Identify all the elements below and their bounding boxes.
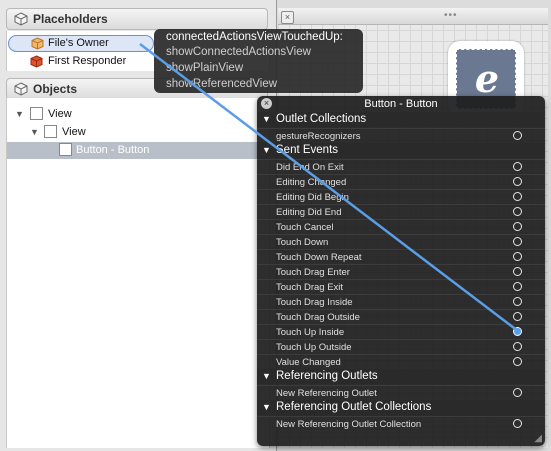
connection-circle-icon[interactable] bbox=[513, 131, 522, 140]
grip-icon[interactable]: ••• bbox=[444, 10, 458, 21]
placeholders-title: Placeholders bbox=[33, 12, 108, 26]
hud-section-header[interactable]: ▼ Sent Events bbox=[257, 143, 545, 158]
outline-item-view-child[interactable]: ▼ View bbox=[12, 124, 212, 141]
actions-popover: connectedActionsViewTouchedUp: showConne… bbox=[154, 29, 363, 93]
hud-connection-row[interactable]: Value Changed bbox=[257, 354, 545, 370]
hud-row-label: Touch Down Repeat bbox=[276, 252, 362, 263]
hud-row-label: Touch Drag Outside bbox=[276, 312, 360, 323]
button-label: Button - Button bbox=[76, 144, 150, 156]
view-label: View bbox=[48, 108, 72, 120]
hud-section-header[interactable]: ▼ Referencing Outlet Collections bbox=[257, 400, 545, 415]
connection-circle-icon[interactable] bbox=[513, 419, 522, 428]
action-item[interactable]: showPlainView bbox=[166, 62, 243, 74]
hud-row-label: Touch Down bbox=[276, 237, 329, 248]
connection-circle-icon[interactable] bbox=[513, 312, 522, 321]
hud-row-label: New Referencing Outlet bbox=[276, 388, 377, 399]
hud-connection-row[interactable]: Editing Did End bbox=[257, 204, 545, 220]
hud-connection-row[interactable]: Touch Up Inside bbox=[257, 324, 545, 340]
connection-circle-icon[interactable] bbox=[513, 297, 522, 306]
view-label: View bbox=[62, 126, 86, 138]
hud-connection-row[interactable]: Touch Down Repeat bbox=[257, 249, 545, 265]
connected-circle-icon[interactable] bbox=[513, 327, 522, 336]
hud-row-label: Touch Up Outside bbox=[276, 342, 352, 353]
files-owner-label: File's Owner bbox=[48, 37, 109, 49]
hud-section-label: Referencing Outlets bbox=[276, 370, 378, 382]
hud-section-header[interactable]: ▼ Referencing Outlets bbox=[257, 369, 545, 384]
button-icon bbox=[59, 143, 72, 156]
connection-circle-icon[interactable] bbox=[513, 252, 522, 261]
cube-icon bbox=[14, 12, 28, 26]
connection-circle-icon[interactable] bbox=[513, 282, 522, 291]
disclosure-triangle-icon[interactable]: ▼ bbox=[262, 143, 271, 158]
hud-row-label: Editing Changed bbox=[276, 177, 347, 188]
outline-item-view-root[interactable]: ▼ View bbox=[12, 106, 212, 123]
hud-row-label: gestureRecognizers bbox=[276, 131, 361, 142]
connection-circle-icon[interactable] bbox=[513, 357, 522, 366]
connection-circle-icon[interactable] bbox=[513, 162, 522, 171]
disclosure-triangle-icon[interactable]: ▼ bbox=[15, 106, 24, 123]
hud-connection-row[interactable]: Editing Did Begin bbox=[257, 189, 545, 205]
hud-connection-row[interactable]: Did End On Exit bbox=[257, 159, 545, 175]
connection-circle-icon[interactable] bbox=[513, 237, 522, 246]
hud-connection-row[interactable]: Touch Drag Outside bbox=[257, 309, 545, 325]
action-item[interactable]: showReferencedView bbox=[166, 78, 277, 90]
cube-icon bbox=[14, 82, 28, 96]
hud-row-label: New Referencing Outlet Collection bbox=[276, 419, 422, 430]
resize-grip-icon[interactable]: ◢ bbox=[534, 433, 542, 444]
connection-circle-icon[interactable] bbox=[513, 207, 522, 216]
view-icon bbox=[44, 125, 57, 138]
hud-row-label: Editing Did End bbox=[276, 207, 342, 218]
hud-connection-row[interactable]: Touch Drag Exit bbox=[257, 279, 545, 295]
first-responder-red-cube-icon bbox=[30, 55, 43, 68]
action-item[interactable]: showConnectedActionsView bbox=[166, 46, 311, 58]
connections-hud: Button - Button × ▼ Outlet Collections ges… bbox=[257, 96, 545, 446]
hud-row-label: Touch Drag Enter bbox=[276, 267, 350, 278]
hud-section-header[interactable]: ▼ Outlet Collections bbox=[257, 112, 545, 127]
hud-row-label: Did End On Exit bbox=[276, 162, 344, 173]
hud-title: Button - Button bbox=[257, 96, 545, 113]
connection-circle-icon[interactable] bbox=[513, 192, 522, 201]
files-owner-cube-icon bbox=[31, 37, 44, 50]
hud-connection-row[interactable]: Touch Drag Inside bbox=[257, 294, 545, 310]
hud-connection-row[interactable]: Touch Up Outside bbox=[257, 339, 545, 355]
hud-row-label: Touch Drag Exit bbox=[276, 282, 344, 293]
objects-title: Objects bbox=[33, 82, 78, 96]
connection-circle-icon[interactable] bbox=[513, 267, 522, 276]
hud-section-label: Sent Events bbox=[276, 144, 339, 156]
outline-item-files-owner[interactable]: File's Owner bbox=[8, 35, 154, 52]
app-icon-letter: e bbox=[474, 56, 500, 101]
hud-section-label: Referencing Outlet Collections bbox=[276, 401, 432, 413]
disclosure-triangle-icon[interactable]: ▼ bbox=[262, 369, 271, 384]
disclosure-triangle-icon[interactable]: ▼ bbox=[30, 124, 39, 141]
hud-section-label: Outlet Collections bbox=[276, 113, 367, 125]
popover-title: connectedActionsViewTouchedUp: bbox=[166, 31, 343, 43]
hud-connection-row[interactable]: New Referencing Outlet bbox=[257, 385, 545, 401]
canvas-scene-bar bbox=[278, 8, 548, 25]
hud-connection-row[interactable]: gestureRecognizers bbox=[257, 128, 545, 144]
outline-item-button[interactable]: Button - Button bbox=[7, 142, 267, 159]
hud-row-label: Touch Up Inside bbox=[276, 327, 345, 338]
connection-circle-icon[interactable] bbox=[513, 222, 522, 231]
hud-row-label: Touch Cancel bbox=[276, 222, 334, 233]
first-responder-label: First Responder bbox=[48, 55, 127, 67]
hud-connection-row[interactable]: New Referencing Outlet Collection bbox=[257, 416, 545, 432]
placeholders-header[interactable]: Placeholders bbox=[6, 8, 268, 30]
hud-connection-row[interactable]: Touch Drag Enter bbox=[257, 264, 545, 280]
hud-connection-row[interactable]: Touch Cancel bbox=[257, 219, 545, 235]
hud-row-label: Value Changed bbox=[276, 357, 341, 368]
hud-row-label: Editing Did Begin bbox=[276, 192, 349, 203]
hud-row-label: Touch Drag Inside bbox=[276, 297, 353, 308]
disclosure-triangle-icon[interactable]: ▼ bbox=[262, 400, 271, 415]
connection-circle-icon[interactable] bbox=[513, 342, 522, 351]
hud-connection-row[interactable]: Touch Down bbox=[257, 234, 545, 250]
close-icon[interactable]: × bbox=[281, 11, 294, 24]
view-icon bbox=[30, 107, 43, 120]
disclosure-triangle-icon[interactable]: ▼ bbox=[262, 112, 271, 127]
connection-circle-icon[interactable] bbox=[513, 177, 522, 186]
close-icon[interactable]: × bbox=[261, 98, 272, 109]
hud-connection-row[interactable]: Editing Changed bbox=[257, 174, 545, 190]
connection-circle-icon[interactable] bbox=[513, 388, 522, 397]
